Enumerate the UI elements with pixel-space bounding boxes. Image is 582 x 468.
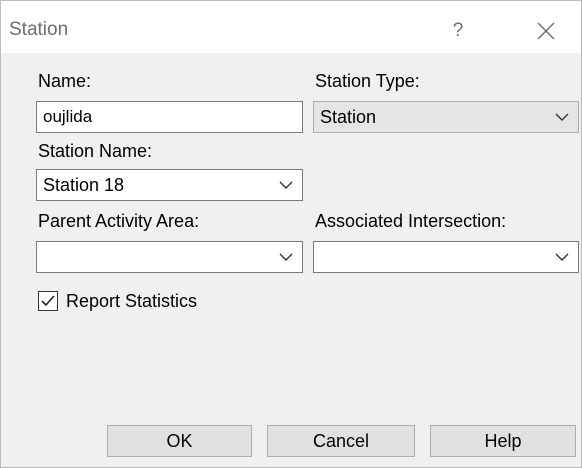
parent-activity-area-label: Parent Activity Area:	[38, 211, 200, 231]
associated-intersection-dropdown[interactable]	[313, 241, 579, 273]
report-statistics-checkbox[interactable]	[38, 291, 58, 311]
station-name-dropdown[interactable]: Station 18	[36, 169, 303, 201]
station-type-label: Station Type:	[315, 71, 420, 91]
chevron-down-icon	[279, 253, 293, 261]
cancel-button[interactable]: Cancel	[267, 425, 415, 457]
title-bar: Station ?	[1, 1, 581, 53]
help-title-button[interactable]: ?	[441, 17, 475, 45]
associated-intersection-label: Associated Intersection:	[315, 211, 507, 231]
station-type-dropdown[interactable]: Station	[313, 101, 579, 133]
station-type-value: Station	[320, 107, 377, 127]
dialog-title: Station	[9, 19, 69, 40]
station-dialog: Station ? Name: oujlida Station Type: St…	[0, 0, 582, 468]
station-name-label: Station Name:	[38, 141, 153, 161]
name-input[interactable]: oujlida	[36, 101, 303, 133]
ok-button[interactable]: OK	[107, 425, 252, 457]
station-name-value: Station 18	[43, 175, 125, 195]
chevron-down-icon	[555, 113, 569, 121]
name-label: Name:	[38, 71, 92, 91]
parent-activity-area-dropdown[interactable]	[36, 241, 303, 273]
help-button[interactable]: Help	[430, 425, 576, 457]
chevron-down-icon	[279, 181, 293, 189]
close-icon	[537, 22, 555, 40]
chevron-down-icon	[555, 253, 569, 261]
close-button[interactable]	[529, 17, 563, 45]
checkmark-icon	[41, 295, 55, 307]
report-statistics-label: Report Statistics	[66, 291, 198, 311]
